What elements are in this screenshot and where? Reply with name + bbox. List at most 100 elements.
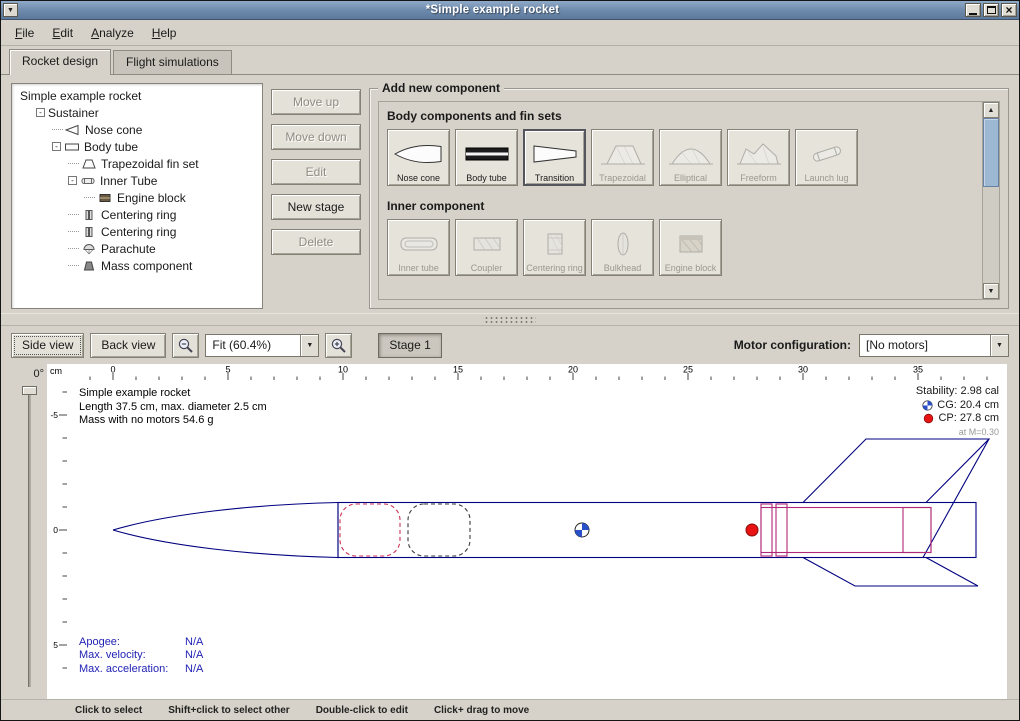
minimize-button[interactable] [965, 3, 981, 17]
tree-item-simple-example-rocket[interactable]: Simple example rocket [14, 87, 260, 104]
rocket-name: Simple example rocket [79, 387, 267, 401]
chevron-down-icon[interactable]: ▼ [990, 335, 1008, 356]
tab-rocket-design[interactable]: Rocket design [9, 49, 111, 75]
tree-item-nose-cone[interactable]: Nose cone [14, 121, 260, 138]
tree-connector [68, 163, 79, 164]
inner-component-buttons: Inner tube Coupler Centering ringBulkhead E… [387, 219, 974, 276]
nosecone-component-icon [393, 133, 445, 174]
rocket-view-area: 0° cm 05101520253035 -505 [1, 364, 1019, 699]
component-button-elliptical[interactable]: Elliptical [659, 129, 722, 186]
tree-item-parachute[interactable]: Parachute [14, 240, 260, 257]
new-stage-button[interactable]: New stage [271, 194, 361, 220]
motor-configuration-select[interactable]: [No motors] ▼ [859, 334, 1009, 357]
tree-item-sustainer[interactable]: -Sustainer [14, 104, 260, 121]
component-button-body-tube[interactable]: Body tube [455, 129, 518, 186]
tree-connector [68, 231, 79, 232]
component-button-trapezoidal[interactable]: Trapezoidal [591, 129, 654, 186]
rocket-canvas[interactable]: Simple example rocket Length 37.5 cm, ma… [67, 380, 1007, 684]
close-button[interactable]: × [1001, 3, 1017, 17]
system-menu-icon[interactable]: ▼ [3, 3, 18, 17]
svg-text:20: 20 [568, 365, 578, 375]
status-hint: Click to select [75, 705, 142, 716]
component-button-nose-cone[interactable]: Nose cone [387, 129, 450, 186]
side-view-button[interactable]: Side view [11, 333, 84, 358]
tree-item-label: Simple example rocket [20, 89, 141, 103]
scrollbar-thumb[interactable] [983, 118, 999, 187]
delete-button[interactable]: Delete [271, 229, 361, 255]
component-button-label: Elliptical [674, 174, 707, 183]
component-button-label: Inner tube [398, 264, 439, 273]
tree-expander-icon[interactable]: - [68, 176, 77, 185]
tree-item-trapezoidal-fin-set[interactable]: Trapezoidal fin set [14, 155, 260, 172]
tree-item-centering-ring[interactable]: Centering ring [14, 206, 260, 223]
edit-button[interactable]: Edit [271, 159, 361, 185]
component-button-label: Engine block [665, 264, 717, 273]
motor-configuration-label: Motor configuration: [734, 338, 851, 352]
centeringring-component-icon [529, 223, 581, 264]
component-palette: Body components and fin sets Nose coneBo… [378, 101, 1000, 300]
tree-expander-icon[interactable]: - [36, 108, 45, 117]
move-down-button[interactable]: Move down [271, 124, 361, 150]
tree-expander-icon[interactable]: - [52, 142, 61, 151]
tree-item-label: Body tube [84, 140, 138, 154]
zoom-in-button[interactable] [325, 333, 352, 358]
zoom-out-button[interactable] [172, 333, 199, 358]
innertube-component-icon [393, 223, 445, 264]
component-button-inner-tube[interactable]: Inner tube [387, 219, 450, 276]
rocket-dimensions: Length 37.5 cm, max. diameter 2.5 cm [79, 401, 267, 415]
component-button-freeform[interactable]: Freeform [727, 129, 790, 186]
inner-component-label: Inner component [387, 199, 974, 213]
palette-scrollbar[interactable]: ▲ ▼ [982, 102, 999, 299]
menu-edit[interactable]: Edit [44, 22, 81, 44]
split-handle-icon[interactable] [484, 316, 536, 323]
zoom-select[interactable]: Fit (60.4%) ▼ [205, 334, 319, 357]
rotation-slider-handle[interactable] [22, 386, 37, 395]
tree-connector [68, 214, 79, 215]
menubar: FileEditAnalyzeHelp [1, 20, 1019, 46]
menu-analyze[interactable]: Analyze [83, 22, 142, 44]
component-button-bulkhead[interactable]: Bulkhead [591, 219, 654, 276]
cg-value: CG: 20.4 cm [937, 399, 999, 413]
rocket-outline [113, 439, 989, 586]
stage-1-toggle[interactable]: Stage 1 [378, 333, 441, 358]
rotation-slider-track[interactable] [28, 388, 31, 687]
rotation-value: 0° [33, 368, 44, 380]
scrollbar-track[interactable] [983, 118, 999, 283]
tree-connector [68, 248, 79, 249]
chevron-down-icon[interactable]: ▼ [300, 335, 318, 356]
component-button-engine-block[interactable]: Engine block [659, 219, 722, 276]
svg-text:25: 25 [683, 365, 693, 375]
ruler-unit-label: cm [47, 364, 67, 380]
menu-file[interactable]: File [7, 22, 42, 44]
svg-text:10: 10 [338, 365, 348, 375]
tree-item-inner-tube[interactable]: -Inner Tube [14, 172, 260, 189]
tabstrip: Rocket designFlight simulations [1, 46, 1019, 75]
tab-flight-simulations[interactable]: Flight simulations [113, 50, 232, 74]
component-button-launch-lug[interactable]: Launch lug [795, 129, 858, 186]
split-pane-divider[interactable] [1, 313, 1019, 326]
component-button-label: Body tube [466, 174, 507, 183]
finset-icon [81, 158, 98, 170]
cp-icon [923, 413, 934, 424]
component-button-centering-ring[interactable]: Centering ring [523, 219, 586, 276]
back-view-button[interactable]: Back view [90, 333, 166, 358]
inner-components-dashed [340, 504, 470, 556]
component-button-label: Coupler [471, 264, 503, 273]
flight-stat-value: N/A [185, 663, 203, 675]
rocket-design-panel: Simple example rocket-Sustainer Nose cone… [1, 75, 1019, 313]
tree-item-body-tube[interactable]: - Body tube [14, 138, 260, 155]
component-button-coupler[interactable]: Coupler [455, 219, 518, 276]
tree-item-centering-ring[interactable]: Centering ring [14, 223, 260, 240]
menu-help[interactable]: Help [144, 22, 185, 44]
flight-stat-value: N/A [185, 649, 203, 661]
move-up-button[interactable]: Move up [271, 89, 361, 115]
stability-value: Stability: 2.98 cal [916, 385, 999, 399]
tree-item-mass-component[interactable]: Mass component [14, 257, 260, 274]
scroll-down-icon[interactable]: ▼ [983, 283, 999, 299]
cg-marker [575, 523, 589, 537]
component-button-transition[interactable]: Transition [523, 129, 586, 186]
tree-item-label: Nose cone [85, 123, 142, 137]
scroll-up-icon[interactable]: ▲ [983, 102, 999, 118]
maximize-button[interactable] [983, 3, 999, 17]
tree-item-engine-block[interactable]: Engine block [14, 189, 260, 206]
